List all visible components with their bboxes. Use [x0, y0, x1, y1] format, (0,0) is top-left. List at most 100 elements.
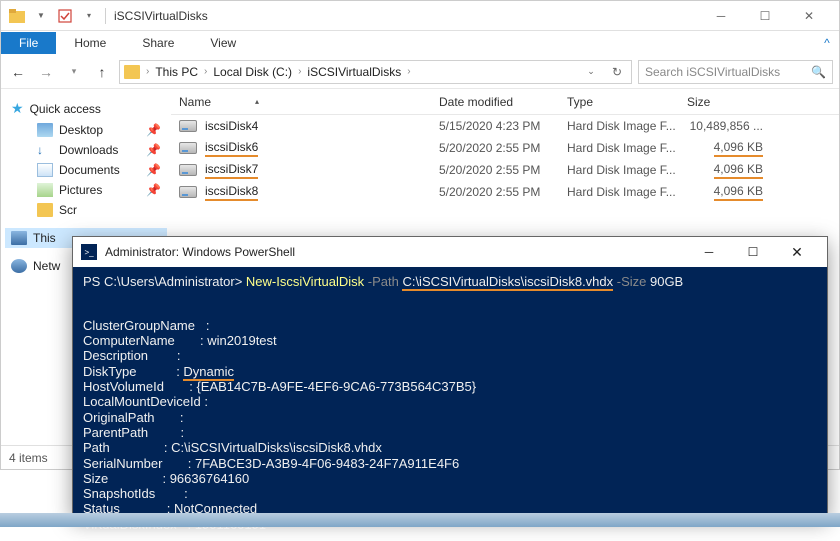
ps-param-path: -Path: [364, 274, 402, 289]
sidebar-quick-access[interactable]: ★ Quick access: [5, 97, 167, 120]
close-button[interactable]: ✕: [775, 238, 819, 266]
chevron-right-icon[interactable]: ›: [407, 66, 410, 77]
document-icon: [37, 163, 53, 177]
sidebar-item-label: Downloads: [59, 143, 118, 157]
sidebar-item-label: Scr: [59, 203, 77, 217]
breadcrumb-folder[interactable]: iSCSIVirtualDisks: [307, 65, 401, 79]
column-type[interactable]: Type: [559, 95, 679, 109]
item-count: 4 items: [9, 451, 48, 465]
search-placeholder: Search iSCSIVirtualDisks: [645, 65, 780, 79]
pictures-icon: [37, 183, 53, 197]
pin-icon: 📌: [146, 183, 161, 197]
ps-value-size: 90GB: [650, 274, 683, 289]
breadcrumb-this-pc[interactable]: This PC: [155, 65, 198, 79]
checkbox-icon[interactable]: [57, 8, 73, 24]
powershell-window: >_ Administrator: Windows PowerShell ─ ☐…: [72, 236, 828, 516]
ps-out-line: HostVolumeId : {EAB14C7B-A9FE-4EF6-9CA6-…: [83, 379, 476, 394]
back-button[interactable]: ←: [7, 61, 29, 83]
column-name[interactable]: Name▴: [171, 95, 431, 109]
file-size: 4,096 KB: [714, 184, 763, 201]
sidebar-pictures[interactable]: Pictures 📌: [5, 180, 167, 200]
ps-out-line: ParentPath :: [83, 425, 188, 440]
download-icon: [37, 143, 53, 157]
taskbar-sliver: [0, 513, 840, 527]
folder-icon: [37, 203, 53, 217]
file-size: 4,096 KB: [714, 162, 763, 179]
ribbon-file-tab[interactable]: File: [1, 32, 56, 54]
sidebar-item-label: Desktop: [59, 123, 103, 137]
forward-button[interactable]: →: [35, 61, 57, 83]
ps-out-line: SnapshotIds :: [83, 486, 191, 501]
explorer-titlebar: ▼ ▾ iSCSIVirtualDisks ─ ☐ ✕: [1, 1, 839, 31]
sidebar-item-label: Quick access: [30, 102, 101, 116]
file-name: iscsiDisk7: [205, 162, 258, 179]
qat-dropdown-icon[interactable]: ▼: [33, 8, 49, 24]
folder-icon: [124, 65, 140, 79]
ps-param-size: -Size: [613, 274, 650, 289]
sidebar-item-label: Documents: [59, 163, 120, 177]
sidebar-folder-scr[interactable]: Scr: [5, 200, 167, 220]
ribbon-expand-icon[interactable]: ^: [815, 36, 839, 50]
powershell-icon: >_: [81, 244, 97, 260]
desktop-icon: [37, 123, 53, 137]
powershell-console[interactable]: PS C:\Users\Administrator> New-IscsiVirt…: [73, 267, 827, 541]
qat-more-icon[interactable]: ▾: [81, 8, 97, 24]
chevron-right-icon[interactable]: ›: [204, 66, 207, 77]
minimize-button[interactable]: ─: [699, 2, 743, 30]
ribbon-tabs: File Home Share View ^: [1, 31, 839, 55]
ribbon-share-tab[interactable]: Share: [124, 32, 192, 54]
file-type: Hard Disk Image F...: [559, 141, 679, 155]
close-button[interactable]: ✕: [787, 2, 831, 30]
network-icon: [11, 259, 27, 273]
column-headers: Name▴ Date modified Type Size: [171, 89, 839, 115]
addr-dropdown-icon[interactable]: ⌄: [581, 66, 601, 77]
disk-icon: [179, 164, 197, 176]
sidebar-item-label: Netw: [33, 259, 60, 273]
ribbon-view-tab[interactable]: View: [192, 32, 254, 54]
file-row[interactable]: iscsiDisk4 5/15/2020 4:23 PM Hard Disk I…: [171, 115, 839, 137]
file-size: 10,489,856 ...: [679, 119, 779, 133]
ps-out-line: ComputerName : win2019test: [83, 333, 277, 348]
minimize-button[interactable]: ─: [687, 238, 731, 266]
folder-icon[interactable]: [9, 8, 25, 24]
up-button[interactable]: ↑: [91, 61, 113, 83]
search-input[interactable]: Search iSCSIVirtualDisks 🔍: [638, 60, 833, 84]
ps-out-line: OriginalPath :: [83, 410, 187, 425]
column-size[interactable]: Size: [679, 95, 779, 109]
file-name: iscsiDisk8: [205, 184, 258, 201]
file-date: 5/20/2020 2:55 PM: [431, 141, 559, 155]
file-type: Hard Disk Image F...: [559, 119, 679, 133]
ps-value-path: C:\iSCSIVirtualDisks\iscsiDisk8.vhdx: [402, 274, 613, 291]
column-date[interactable]: Date modified: [431, 95, 559, 109]
refresh-icon[interactable]: ↻: [607, 65, 627, 79]
file-type: Hard Disk Image F...: [559, 163, 679, 177]
sidebar-documents[interactable]: Documents 📌: [5, 160, 167, 180]
sidebar-downloads[interactable]: Downloads 📌: [5, 140, 167, 160]
sidebar-item-label: Pictures: [59, 183, 102, 197]
disk-icon: [179, 186, 197, 198]
sidebar-desktop[interactable]: Desktop 📌: [5, 120, 167, 140]
pin-icon: 📌: [146, 123, 161, 137]
sidebar-item-label: This: [33, 231, 56, 245]
maximize-button[interactable]: ☐: [731, 238, 775, 266]
ps-out-line: ClusterGroupName :: [83, 318, 213, 333]
breadcrumb-localdisk[interactable]: Local Disk (C:): [213, 65, 292, 79]
pin-icon: 📌: [146, 163, 161, 177]
star-icon: ★: [11, 100, 24, 117]
chevron-right-icon[interactable]: ›: [146, 66, 149, 77]
nav-toolbar: ← → ▾ ↑ › This PC › Local Disk (C:) › iS…: [1, 55, 839, 89]
file-row[interactable]: iscsiDisk6 5/20/2020 2:55 PM Hard Disk I…: [171, 137, 839, 159]
chevron-right-icon[interactable]: ›: [298, 66, 301, 77]
pc-icon: [11, 231, 27, 245]
file-row[interactable]: iscsiDisk8 5/20/2020 2:55 PM Hard Disk I…: [171, 181, 839, 203]
file-row[interactable]: iscsiDisk7 5/20/2020 2:55 PM Hard Disk I…: [171, 159, 839, 181]
search-icon[interactable]: 🔍: [811, 65, 826, 79]
window-title: iSCSIVirtualDisks: [114, 9, 208, 23]
address-bar[interactable]: › This PC › Local Disk (C:) › iSCSIVirtu…: [119, 60, 632, 84]
file-date: 5/20/2020 2:55 PM: [431, 185, 559, 199]
file-date: 5/20/2020 2:55 PM: [431, 163, 559, 177]
ribbon-home-tab[interactable]: Home: [56, 32, 124, 54]
history-dropdown-icon[interactable]: ▾: [63, 61, 85, 83]
maximize-button[interactable]: ☐: [743, 2, 787, 30]
pin-icon: 📌: [146, 143, 161, 157]
